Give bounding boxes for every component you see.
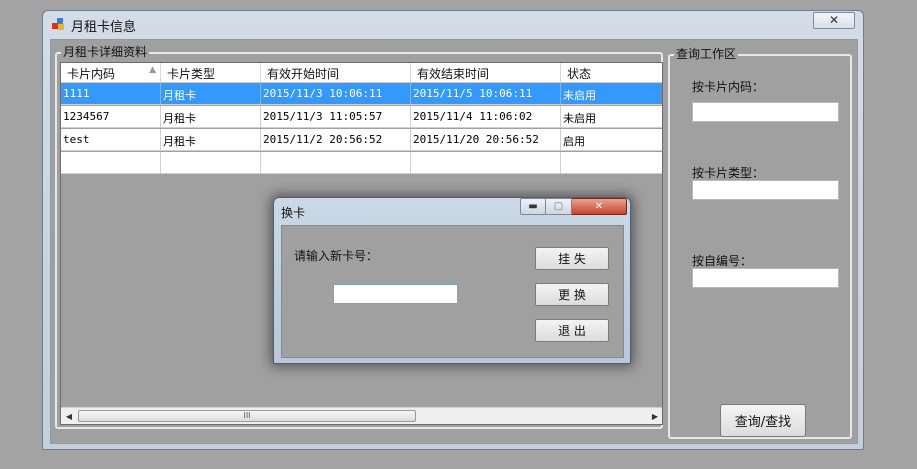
cell-status[interactable]: 启用 xyxy=(561,129,662,150)
cell-card-type[interactable]: 月租卡 xyxy=(161,106,261,127)
cell-card-code[interactable]: 1234567 xyxy=(61,106,161,127)
sort-ascending-icon: ▲ xyxy=(149,65,156,75)
label-number: 按自编号： xyxy=(692,254,753,268)
scroll-left-icon[interactable]: ◀ xyxy=(62,410,76,423)
label-card-type: 按卡片类型： xyxy=(692,166,765,180)
table-row[interactable]: 1111 月租卡 2015/11/3 10:06:11 2015/11/5 10… xyxy=(61,83,662,105)
cell-card-code[interactable]: test xyxy=(61,129,161,150)
window-titlebar[interactable]: 月租卡信息 ✕ xyxy=(43,11,863,37)
report-lost-button[interactable]: 挂 失 xyxy=(535,247,609,270)
card-type-input[interactable] xyxy=(692,180,839,200)
dialog-title: 换卡 xyxy=(281,206,306,220)
new-card-input[interactable] xyxy=(333,284,458,304)
search-button[interactable]: 查询/查找 xyxy=(720,404,806,437)
cell-end-time[interactable]: 2015/11/20 20:56:52 xyxy=(411,129,561,150)
new-card-prompt: 请输入新卡号： xyxy=(294,249,379,263)
minimize-icon[interactable]: ▬ xyxy=(520,198,546,215)
cell-card-type[interactable]: 月租卡 xyxy=(161,83,261,104)
column-header-end-time[interactable]: 有效结束时间 xyxy=(411,63,561,82)
cell-empty[interactable] xyxy=(161,152,261,173)
cell-start-time[interactable]: 2015/11/3 10:06:11 xyxy=(261,83,411,104)
horizontal-scrollbar[interactable]: ◀ III ▶ xyxy=(61,407,662,424)
table-row[interactable]: 1234567 月租卡 2015/11/3 11:05:57 2015/11/4… xyxy=(61,106,662,128)
cell-card-type[interactable]: 月租卡 xyxy=(161,129,261,150)
query-group-title: 查询工作区 xyxy=(674,47,739,61)
scrollbar-thumb[interactable]: III xyxy=(78,410,416,422)
scroll-right-icon[interactable]: ▶ xyxy=(648,410,662,423)
query-groupbox: 查询工作区 按卡片内码： 按卡片类型： 按自编号： 查询/查找 xyxy=(668,47,852,439)
number-input[interactable] xyxy=(692,268,839,288)
cell-end-time[interactable]: 2015/11/4 11:06:02 xyxy=(411,106,561,127)
cell-start-time[interactable]: 2015/11/3 11:05:57 xyxy=(261,106,411,127)
column-header-card-type[interactable]: 卡片类型 xyxy=(161,63,261,82)
cell-empty[interactable] xyxy=(561,152,662,173)
card-code-input[interactable] xyxy=(692,102,839,122)
column-header-status[interactable]: 状态 xyxy=(561,63,662,82)
replace-card-dialog: 换卡 ▬ ▢ ✕ 请输入新卡号： 挂 失 更 换 退 出 xyxy=(273,197,631,364)
cell-card-code[interactable]: 1111 xyxy=(61,83,161,104)
table-row[interactable]: test 月租卡 2015/11/2 20:56:52 2015/11/20 2… xyxy=(61,129,662,151)
grid-header: 卡片内码 ▲ 卡片类型 有效开始时间 有效结束时间 状态 xyxy=(61,63,662,83)
dialog-window-controls: ▬ ▢ ✕ xyxy=(520,198,627,215)
column-header-start-time[interactable]: 有效开始时间 xyxy=(261,63,411,82)
cell-status[interactable]: 未启用 xyxy=(561,83,662,104)
maximize-icon[interactable]: ▢ xyxy=(546,198,572,215)
cell-start-time[interactable]: 2015/11/2 20:56:52 xyxy=(261,129,411,150)
exit-button[interactable]: 退 出 xyxy=(535,319,609,342)
cell-end-time[interactable]: 2015/11/5 10:06:11 xyxy=(411,83,561,104)
cell-status[interactable]: 未启用 xyxy=(561,106,662,127)
cell-empty[interactable] xyxy=(411,152,561,173)
app-icon xyxy=(52,18,64,30)
details-group-title: 月租卡详细资料 xyxy=(61,45,150,59)
window-title: 月租卡信息 xyxy=(71,20,137,35)
cell-empty[interactable] xyxy=(61,152,161,173)
column-header-card-code[interactable]: 卡片内码 ▲ xyxy=(61,63,161,82)
label-card-code: 按卡片内码： xyxy=(692,80,765,94)
close-icon: ✕ xyxy=(828,13,840,27)
table-row-new[interactable] xyxy=(61,152,662,174)
cell-empty[interactable] xyxy=(261,152,411,173)
window-close-button[interactable]: ✕ xyxy=(813,12,855,29)
replace-button[interactable]: 更 换 xyxy=(535,283,609,306)
dialog-client-area: 请输入新卡号： 挂 失 更 换 退 出 xyxy=(281,225,624,358)
dialog-close-icon[interactable]: ✕ xyxy=(572,198,627,215)
